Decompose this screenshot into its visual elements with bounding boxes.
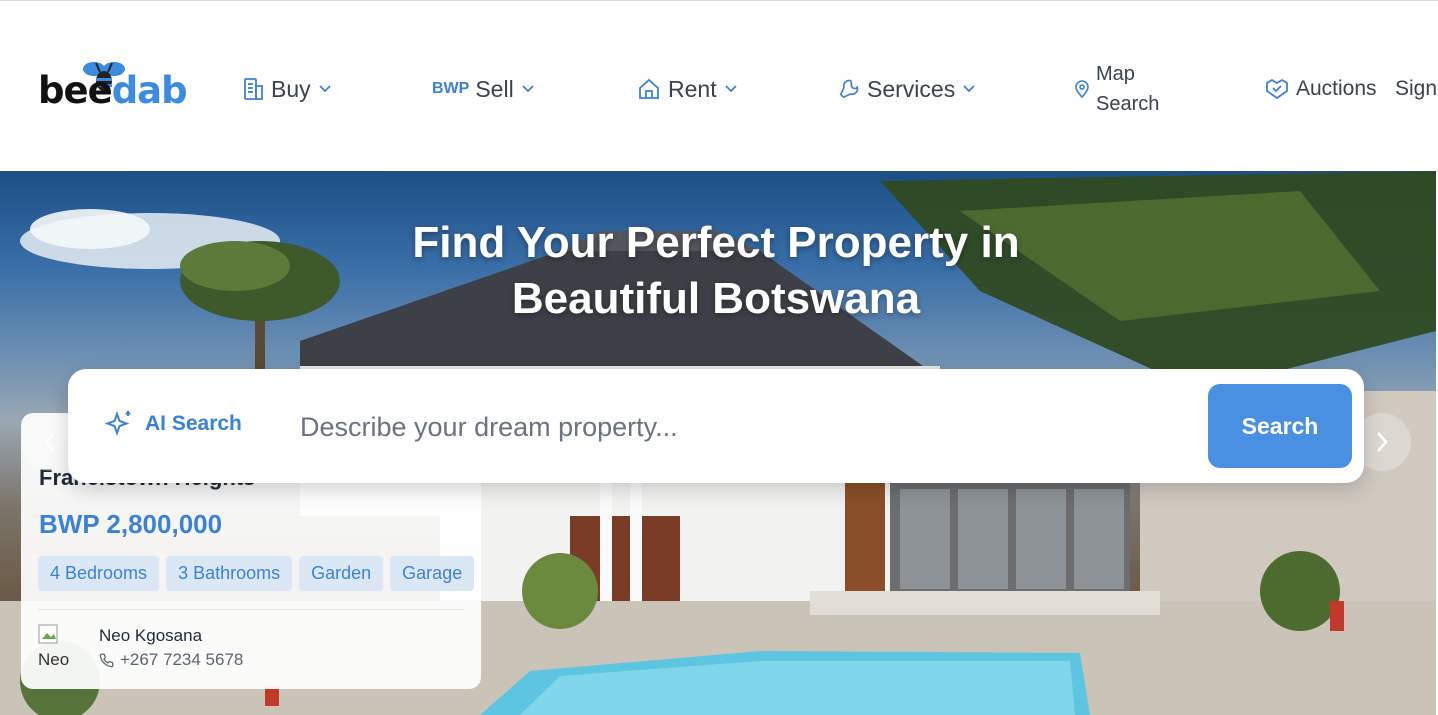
- map-pin-icon: [1075, 80, 1089, 98]
- ai-search-label: AI Search: [145, 412, 242, 435]
- agent-avatar: Neo: [38, 624, 82, 670]
- listing-tag: 3 Bathrooms: [166, 556, 293, 591]
- hero-title: Find Your Perfect Property in Beautiful …: [0, 215, 1432, 327]
- building-icon: [242, 77, 264, 101]
- site-header: beedab Buy BWP Sell Rent Services Map Se…: [0, 0, 1438, 171]
- chevron-down-icon: [522, 85, 534, 93]
- wrench-icon: [838, 78, 860, 100]
- nav-sell-label: Sell: [475, 75, 514, 102]
- search-input[interactable]: [300, 399, 1180, 455]
- hero-title-line2: Beautiful Botswana: [511, 274, 921, 323]
- home-icon: [637, 77, 661, 101]
- nav-map-search[interactable]: Map Search: [1075, 59, 1159, 119]
- agent-phone[interactable]: +267 7234 5678: [99, 650, 243, 670]
- logo-wordmark: beedab: [38, 69, 188, 112]
- listing-tag: 4 Bedrooms: [38, 556, 160, 591]
- nav-rent[interactable]: Rent: [637, 69, 737, 109]
- hero-title-line1: Find Your Perfect Property in: [412, 218, 1020, 267]
- agent-avatar-alt: Neo: [38, 650, 70, 669]
- nav-buy[interactable]: Buy: [242, 69, 331, 109]
- beedab-logo[interactable]: beedab: [36, 59, 188, 115]
- ai-search-toggle[interactable]: AI Search: [104, 409, 242, 439]
- currency-badge: BWP: [432, 80, 470, 97]
- nav-services[interactable]: Services: [838, 69, 975, 109]
- agent-phone-number: +267 7234 5678: [120, 650, 244, 669]
- nav-signin[interactable]: Sign: [1395, 69, 1437, 109]
- broken-image-icon: [38, 624, 58, 644]
- chevron-left-icon: [44, 432, 55, 452]
- logo-text-dab: dab: [111, 69, 188, 112]
- sparkles-icon: [104, 409, 134, 439]
- nav-signin-label: Sign: [1395, 77, 1438, 100]
- nav-buy-label: Buy: [271, 75, 311, 102]
- agent-name: Neo Kgosana: [99, 626, 203, 645]
- handshake-icon: [1265, 78, 1289, 100]
- hero-section: Find Your Perfect Property in Beautiful …: [0, 171, 1436, 715]
- chevron-right-icon: [1377, 432, 1388, 452]
- chevron-down-icon: [963, 85, 975, 93]
- listing-price: BWP 2,800,000: [39, 509, 223, 539]
- logo-text-bee: bee: [38, 69, 113, 112]
- card-divider: [38, 609, 464, 610]
- listing-tags: 4 Bedrooms 3 Bathrooms Garden Garage: [38, 556, 475, 591]
- listing-tag: Garage: [390, 556, 475, 591]
- nav-auctions[interactable]: Auctions: [1265, 69, 1377, 109]
- nav-rent-label: Rent: [668, 75, 717, 102]
- nav-services-label: Services: [867, 75, 956, 102]
- listing-tag: Garden: [299, 556, 384, 591]
- chevron-down-icon: [319, 85, 331, 93]
- search-button[interactable]: Search: [1208, 384, 1352, 468]
- nav-map-line1: Map: [1096, 63, 1135, 85]
- chevron-down-icon: [724, 85, 737, 93]
- nav-sell[interactable]: BWP Sell: [432, 69, 534, 109]
- nav-map-label: Map Search: [1096, 59, 1159, 119]
- nav-auctions-label: Auctions: [1296, 77, 1377, 100]
- nav-map-line2: Search: [1096, 93, 1160, 115]
- search-bar: AI Search Search: [68, 369, 1364, 483]
- phone-icon: [99, 653, 114, 668]
